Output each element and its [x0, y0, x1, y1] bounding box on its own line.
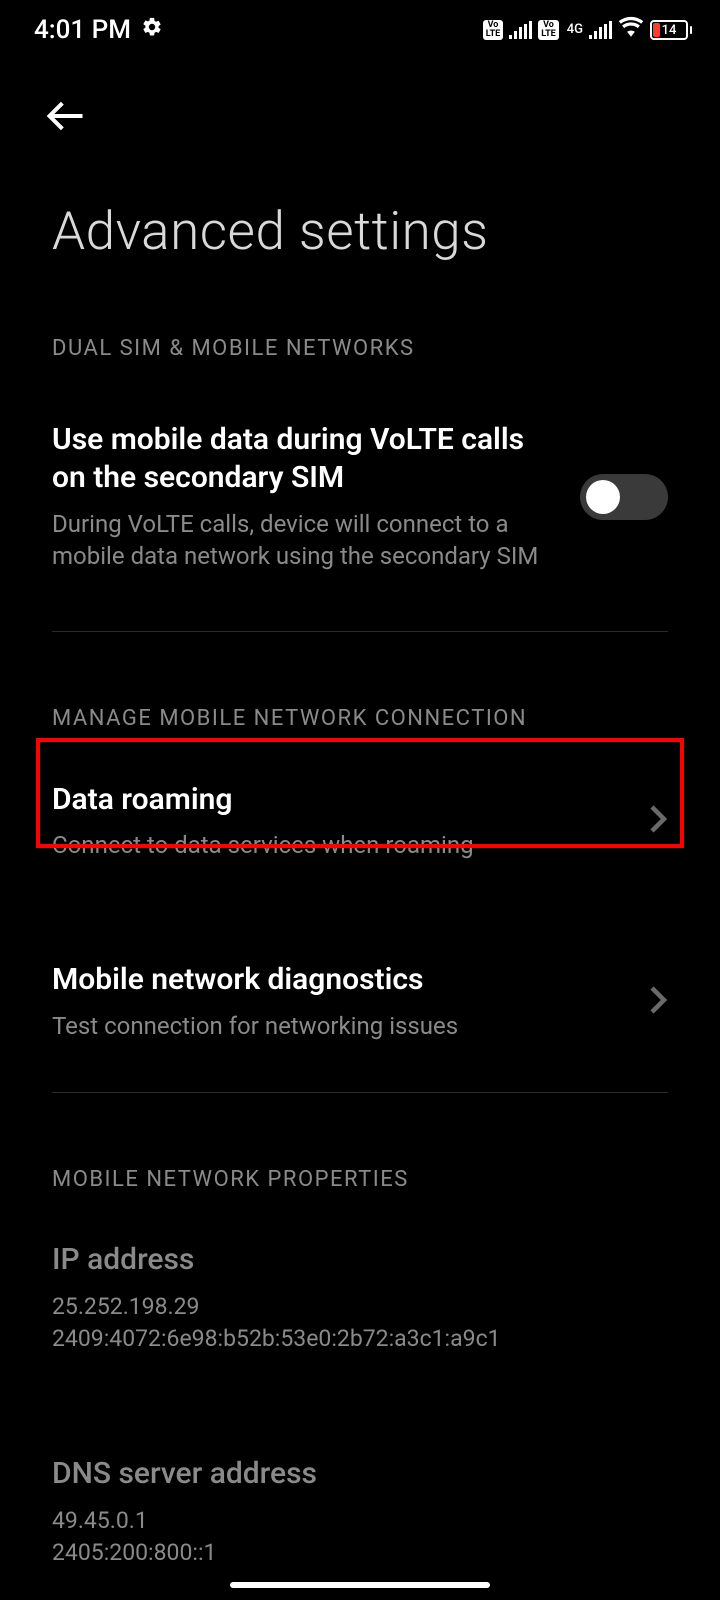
network-type-label: 4G: [567, 24, 583, 36]
setting-title: Use mobile data during VoLTE calls on th…: [52, 421, 560, 498]
page-title: Advanced settings: [0, 142, 720, 262]
toggle-knob: [586, 480, 620, 514]
setting-network-diagnostics[interactable]: Mobile network diagnostics Test connecti…: [0, 911, 720, 1092]
setting-desc: Connect to data services when roaming: [52, 829, 628, 861]
section-header-manage: MANAGE MOBILE NETWORK CONNECTION: [0, 632, 720, 731]
gear-icon: [141, 15, 163, 45]
info-line: 2405:200:800::1: [52, 1537, 668, 1569]
volte-badge-1: VoLTE: [483, 20, 504, 40]
setting-title: Mobile network diagnostics: [52, 961, 628, 999]
section-header-properties: MOBILE NETWORK PROPERTIES: [0, 1093, 720, 1192]
info-ip-address: IP address 25.252.198.29 2409:4072:6e98:…: [0, 1192, 720, 1405]
toggle-volte-secondary-sim[interactable]: [580, 474, 668, 520]
setting-volte-secondary-sim[interactable]: Use mobile data during VoLTE calls on th…: [0, 361, 720, 631]
info-line: 49.45.0.1: [52, 1505, 668, 1537]
setting-data-roaming[interactable]: Data roaming Connect to data services wh…: [0, 731, 720, 912]
section-header-dual-sim: DUAL SIM & MOBILE NETWORKS: [0, 262, 720, 361]
info-title: DNS server address: [52, 1456, 668, 1491]
setting-desc: Test connection for networking issues: [52, 1010, 628, 1042]
nav-indicator: [230, 1582, 490, 1588]
signal-bars-1: [509, 21, 532, 39]
signal-bars-2: [589, 21, 612, 39]
wifi-icon: [618, 14, 644, 47]
chevron-right-icon: [648, 804, 668, 838]
battery-indicator: 14: [650, 20, 692, 40]
info-dns-address: DNS server address 49.45.0.1 2405:200:80…: [0, 1406, 720, 1600]
info-line: 2409:4072:6e98:b52b:53e0:2b72:a3c1:a9c1: [52, 1323, 668, 1355]
back-button[interactable]: [44, 123, 88, 142]
status-bar: 4:01 PM VoLTE VoLTE 4G 14: [0, 0, 720, 60]
setting-desc: During VoLTE calls, device will connect …: [52, 508, 560, 573]
info-line: 25.252.198.29: [52, 1291, 668, 1323]
info-title: IP address: [52, 1242, 668, 1277]
chevron-right-icon: [648, 985, 668, 1019]
status-time: 4:01 PM: [34, 15, 131, 45]
volte-badge-2: VoLTE: [538, 20, 559, 40]
setting-title: Data roaming: [52, 781, 628, 819]
